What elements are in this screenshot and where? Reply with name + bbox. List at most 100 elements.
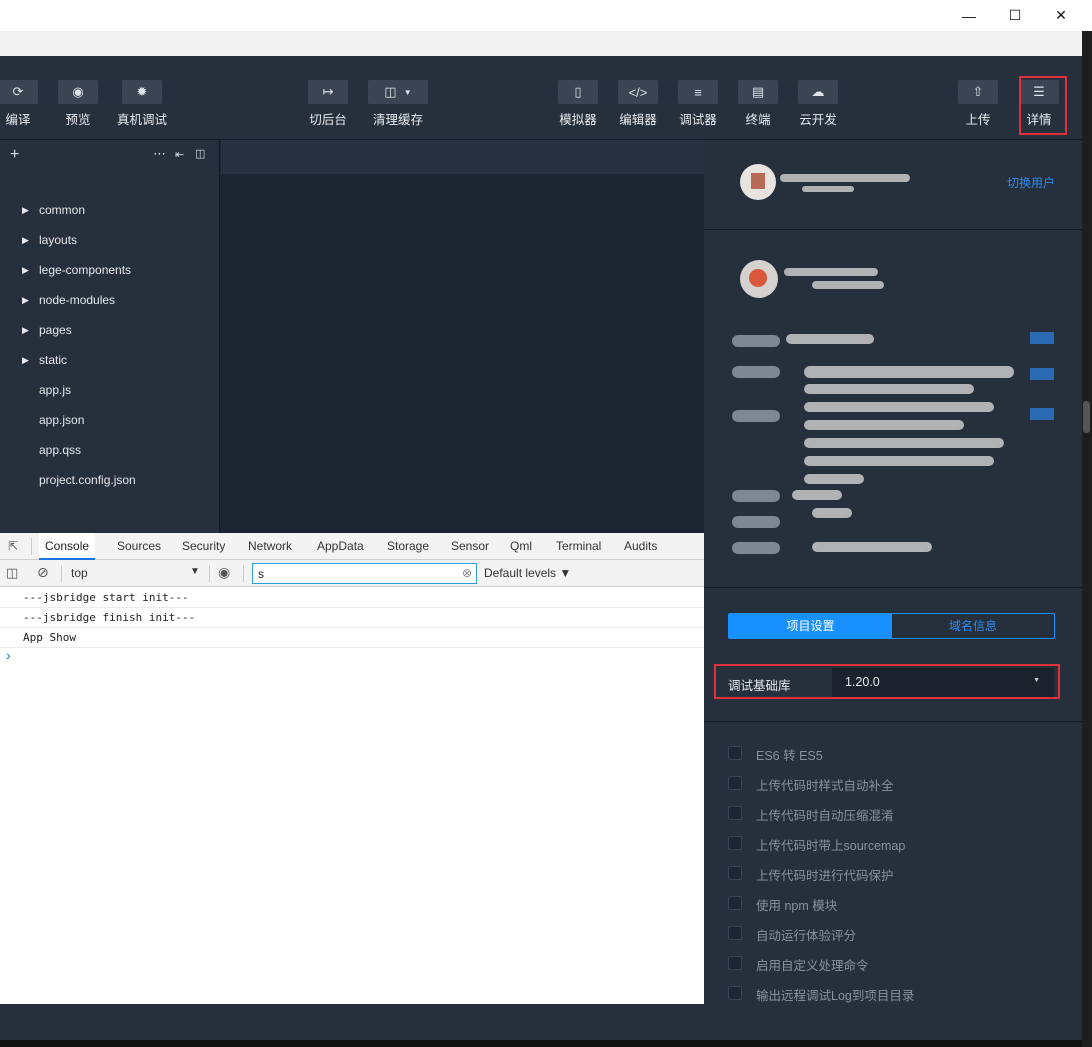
- redacted-field-value: [804, 366, 1014, 378]
- remote-debug-button[interactable]: ✹ 真机调试: [112, 56, 172, 140]
- caret-right-icon: ▶: [22, 294, 29, 305]
- code-icon: </>: [618, 80, 658, 104]
- option-label: 上传代码时样式自动补全: [756, 779, 894, 793]
- file-item[interactable]: app.json: [0, 405, 220, 435]
- console-filter-input[interactable]: s ⊗: [252, 563, 477, 584]
- devtools-tab-network[interactable]: Network: [248, 533, 292, 560]
- devtools-tab-appdata[interactable]: AppData: [317, 533, 364, 560]
- devtools-tabbar: ⇱ Console Sources Security Network AppData St…: [0, 533, 704, 560]
- close-icon[interactable]: ✕: [1038, 0, 1084, 31]
- window-footer: [0, 1040, 1082, 1047]
- redacted-field-value: [804, 438, 1004, 448]
- file-item[interactable]: app.js: [0, 375, 220, 405]
- log-levels-dropdown[interactable]: Default levels ▼: [484, 566, 571, 580]
- file-item[interactable]: app.qss: [0, 435, 220, 465]
- file-item[interactable]: project.config.json: [0, 465, 220, 495]
- redacted-link[interactable]: [1030, 332, 1054, 344]
- folder-item[interactable]: ▶ common: [0, 195, 220, 225]
- caret-right-icon: ▶: [22, 204, 29, 215]
- inspect-icon[interactable]: ⇱: [8, 539, 22, 553]
- option-checkbox[interactable]: [728, 806, 742, 820]
- bug-icon: ✹: [122, 80, 162, 104]
- redacted-link[interactable]: [1030, 408, 1054, 420]
- phone-icon: ▯: [558, 80, 598, 104]
- sidebar-toggle-icon[interactable]: ◫: [6, 565, 18, 581]
- folder-item[interactable]: ▶ static: [0, 345, 220, 375]
- tab-domain-info[interactable]: 域名信息: [892, 614, 1054, 638]
- redacted-field-value: [804, 456, 994, 466]
- devtools-tab-security[interactable]: Security: [182, 533, 225, 560]
- redacted-project-name: [784, 268, 878, 276]
- devtools-tab-terminal[interactable]: Terminal: [556, 533, 601, 560]
- debugger-button[interactable]: ≡ 调试器: [678, 56, 718, 140]
- option-checkbox[interactable]: [728, 926, 742, 940]
- option-checkbox[interactable]: [728, 836, 742, 850]
- folder-item[interactable]: ▶ layouts: [0, 225, 220, 255]
- debug-lib-select[interactable]: 1.20.0 ▼: [832, 668, 1054, 697]
- clear-filter-icon[interactable]: ⊗: [462, 566, 472, 580]
- upload-button[interactable]: ⇧ 上传: [958, 56, 998, 140]
- maximize-icon[interactable]: ☐: [992, 0, 1038, 31]
- option-checkbox[interactable]: [728, 986, 742, 1000]
- devtools-tab-qml[interactable]: Qml: [510, 533, 532, 560]
- eye-icon[interactable]: ◉: [218, 564, 230, 581]
- option-checkbox[interactable]: [728, 956, 742, 970]
- option-checkbox[interactable]: [728, 866, 742, 880]
- redacted-field-value: [792, 490, 842, 500]
- devtools-tab-sensor[interactable]: Sensor: [451, 533, 489, 560]
- file-name: node-modules: [39, 293, 116, 307]
- main-toolbar: ⟳ 编译 ◉ 预览 ✹ 真机调试 ↦ 切后台 ◫ ▼ 清理缓存 ▯ 模拟器 </…: [0, 56, 1082, 140]
- detail-panel: 切换用户 项目设置 域名信息 调试基础库 1.20.0 ▼ ES6 转 ES5 上…: [704, 140, 1082, 1040]
- redacted-field-label: [732, 490, 780, 502]
- redacted-link[interactable]: [1030, 368, 1054, 380]
- folder-item[interactable]: ▶ pages: [0, 315, 220, 345]
- editor-button[interactable]: </> 编辑器: [618, 56, 658, 140]
- avatar: [740, 164, 776, 200]
- option-checkbox[interactable]: [728, 896, 742, 910]
- console-filter-bar: ◫ ⊘ top ▼ ◉ s ⊗ Default levels ▼: [0, 560, 704, 587]
- dropdown-caret-icon[interactable]: ▼: [404, 88, 412, 97]
- option-checkbox[interactable]: [728, 746, 742, 760]
- trash-icon: ◫ ▼: [368, 80, 428, 104]
- option-checkbox[interactable]: [728, 776, 742, 790]
- option-label: 上传代码时自动压缩混淆: [756, 809, 894, 823]
- switch-user-link[interactable]: 切换用户: [1007, 174, 1055, 191]
- devtools-tab-storage[interactable]: Storage: [387, 533, 429, 560]
- upload-icon: ⇧: [958, 80, 998, 104]
- explorer-header: + ⋯ ⇤ ◫: [0, 140, 220, 172]
- editor-tabbar: [221, 140, 704, 174]
- panel-scrollbar[interactable]: [1083, 401, 1090, 433]
- context-selector[interactable]: top: [71, 566, 88, 580]
- terminal-button[interactable]: ▤ 终端: [738, 56, 778, 140]
- devtools-tab-console[interactable]: Console: [39, 533, 96, 560]
- cloud-dev-button[interactable]: ☁ 云开发: [798, 56, 838, 140]
- simulator-button[interactable]: ▯ 模拟器: [558, 56, 598, 140]
- folder-item[interactable]: ▶ lege-components: [0, 255, 220, 285]
- clear-console-icon[interactable]: ⊘: [37, 564, 49, 581]
- file-explorer: + ⋯ ⇤ ◫ ▶ common ▶ layouts ▶ lege-components ▶…: [0, 140, 220, 533]
- tab-project-settings[interactable]: 项目设置: [729, 614, 892, 638]
- redacted-username: [780, 174, 910, 182]
- compile-button[interactable]: ⟳ 编译: [0, 56, 38, 140]
- folder-item[interactable]: ▶ node-modules: [0, 285, 220, 315]
- file-name: app.js: [39, 383, 72, 397]
- file-name: common: [39, 203, 86, 217]
- cloud-icon: ☁: [798, 80, 838, 104]
- more-icon[interactable]: ⋯: [153, 146, 166, 162]
- bottom-status-bar: [0, 1004, 704, 1040]
- devtools-tab-sources[interactable]: Sources: [117, 533, 161, 560]
- context-dropdown-icon[interactable]: ▼: [190, 566, 200, 577]
- collapse-icon[interactable]: ⇤: [175, 148, 184, 161]
- caret-right-icon: ▶: [22, 264, 29, 275]
- preview-button[interactable]: ◉ 预览: [58, 56, 98, 140]
- switch-background-button[interactable]: ↦ 切后台: [308, 56, 348, 140]
- layout-icon[interactable]: ◫: [195, 147, 205, 160]
- minimize-icon[interactable]: —: [946, 0, 992, 31]
- option-label: 自动运行体验评分: [756, 929, 857, 943]
- console-prompt[interactable]: ›: [6, 647, 11, 663]
- devtools-tab-audits[interactable]: Audits: [624, 533, 657, 560]
- settings-tab-group: 项目设置 域名信息: [728, 613, 1055, 639]
- window-edge: [1082, 31, 1092, 1047]
- add-icon[interactable]: +: [10, 146, 19, 164]
- clear-cache-button[interactable]: ◫ ▼ 清理缓存: [368, 56, 428, 140]
